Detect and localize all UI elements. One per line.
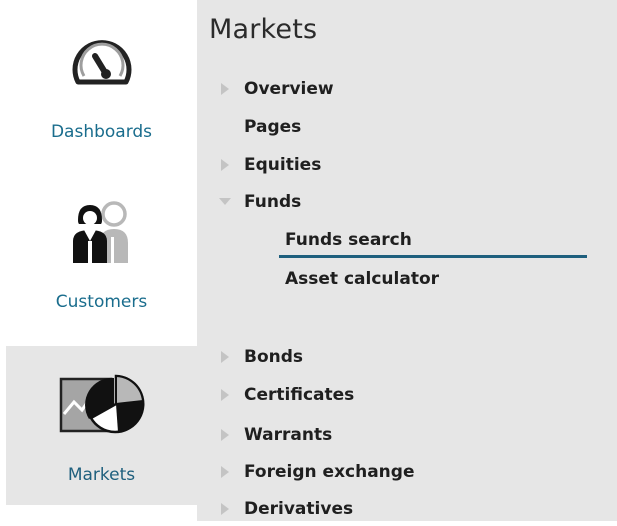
speedometer-icon — [6, 34, 197, 88]
menu-item-label: Certificates — [244, 385, 355, 405]
menu-item-foreign-exchange[interactable]: Foreign exchange — [197, 455, 617, 489]
menu-item-label: Bonds — [244, 347, 304, 367]
menu-item-label: Foreign exchange — [244, 462, 415, 482]
menu-item-label: Equities — [244, 155, 322, 175]
menu-item-bonds[interactable]: Bonds — [197, 340, 617, 374]
selected-item-underline — [279, 255, 587, 258]
chevron-down-icon — [219, 198, 231, 205]
sidebar-item-label: Dashboards — [50, 122, 153, 142]
people-icon — [6, 197, 197, 263]
chevron-right-icon — [221, 351, 229, 363]
sidebar-item-label: Markets — [67, 465, 136, 485]
menu-item-label: Warrants — [244, 425, 333, 445]
menu-item-certificates[interactable]: Certificates — [197, 378, 617, 412]
chevron-right-icon — [221, 159, 229, 171]
menu-item-label: Pages — [244, 117, 302, 137]
sidebar: Dashboards Customers Markets — [0, 0, 197, 521]
menu-item-asset-calculator[interactable]: Asset calculator — [197, 262, 617, 296]
sidebar-item-label: Customers — [55, 292, 148, 312]
menu-item-label: Overview — [244, 79, 334, 99]
chart-pie-icon — [6, 374, 197, 436]
menu-item-overview[interactable]: Overview — [197, 72, 617, 106]
sidebar-item-markets[interactable]: Markets — [6, 346, 197, 505]
markets-menu-panel: Markets Overview Pages Equities Funds Fu… — [197, 0, 617, 521]
sidebar-item-dashboards[interactable]: Dashboards — [6, 0, 197, 172]
menu-item-funds[interactable]: Funds — [197, 185, 617, 219]
menu-item-label: Funds search — [285, 230, 412, 250]
menu-item-equities[interactable]: Equities — [197, 148, 617, 182]
panel-title: Markets — [209, 14, 318, 45]
menu-item-funds-search[interactable]: Funds search — [197, 223, 617, 257]
chevron-right-icon — [221, 503, 229, 515]
chevron-right-icon — [221, 389, 229, 401]
menu-item-warrants[interactable]: Warrants — [197, 418, 617, 452]
menu-item-label: Derivatives — [244, 499, 354, 519]
menu-item-label: Asset calculator — [285, 269, 440, 289]
menu-item-pages[interactable]: Pages — [197, 110, 617, 144]
sidebar-item-customers[interactable]: Customers — [6, 172, 197, 344]
menu-item-label: Funds — [244, 192, 302, 212]
chevron-right-icon — [221, 466, 229, 478]
chevron-right-icon — [221, 429, 229, 441]
chevron-right-icon — [221, 83, 229, 95]
